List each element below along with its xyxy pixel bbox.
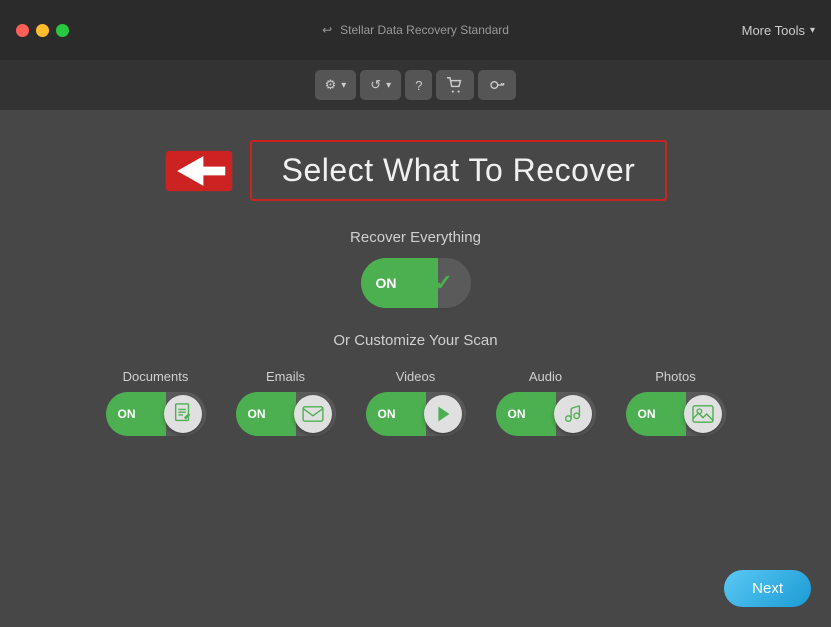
- emails-toggle-label: ON: [248, 407, 266, 421]
- recover-everything-label: Recover Everything: [350, 229, 481, 246]
- more-tools-label: More Tools: [742, 23, 805, 38]
- toolbar-center: ⚙ ↺ ?: [315, 70, 517, 100]
- next-button[interactable]: Next: [724, 570, 811, 607]
- documents-toggle-label: ON: [118, 407, 136, 421]
- documents-toggle[interactable]: ON: [106, 392, 206, 436]
- audio-toggle-knob: [554, 395, 592, 433]
- emails-toggle-knob: [294, 395, 332, 433]
- history-button[interactable]: ↺: [360, 70, 401, 100]
- category-videos: Videos ON: [366, 369, 466, 436]
- category-emails: Emails ON: [236, 369, 336, 436]
- category-photos: Photos ON: [626, 369, 726, 436]
- traffic-lights: [16, 24, 69, 37]
- minimize-button[interactable]: [36, 24, 49, 37]
- settings-button[interactable]: ⚙: [315, 70, 357, 100]
- maximize-button[interactable]: [56, 24, 69, 37]
- photos-label: Photos: [655, 369, 695, 384]
- checkmark-icon: ✓: [434, 270, 452, 296]
- arrow-icon: [164, 146, 234, 196]
- audio-toggle-label: ON: [508, 407, 526, 421]
- back-icon: ↩: [322, 23, 332, 37]
- more-tools-button[interactable]: More Tools ▾: [742, 23, 815, 38]
- recover-toggle-on-label: ON: [376, 275, 397, 291]
- emails-label: Emails: [266, 369, 305, 384]
- videos-label: Videos: [396, 369, 436, 384]
- audio-label: Audio: [529, 369, 562, 384]
- recover-section: Recover Everything ON ✓: [350, 229, 481, 308]
- key-button[interactable]: [478, 70, 516, 100]
- documents-label: Documents: [123, 369, 189, 384]
- photos-toggle-label: ON: [638, 407, 656, 421]
- more-tools-chevron-icon: ▾: [810, 25, 815, 36]
- categories-row: Documents ON Emails: [106, 369, 726, 436]
- window-title: ↩ Stellar Data Recovery Standard: [322, 23, 509, 37]
- videos-toggle[interactable]: ON: [366, 392, 466, 436]
- documents-toggle-knob: [164, 395, 202, 433]
- header-section: Select What To Recover: [164, 140, 668, 201]
- emails-toggle[interactable]: ON: [236, 392, 336, 436]
- recover-everything-toggle[interactable]: ON ✓: [361, 258, 471, 308]
- help-button[interactable]: ?: [405, 70, 432, 100]
- close-button[interactable]: [16, 24, 29, 37]
- app-title-text: Stellar Data Recovery Standard: [340, 23, 509, 37]
- audio-toggle[interactable]: ON: [496, 392, 596, 436]
- videos-toggle-knob: [424, 395, 462, 433]
- category-audio: Audio ON: [496, 369, 596, 436]
- main-content: Select What To Recover Recover Everythin…: [0, 110, 831, 627]
- customize-label: Or Customize Your Scan: [333, 332, 497, 349]
- page-title-box: Select What To Recover: [250, 140, 668, 201]
- title-bar: ↩ Stellar Data Recovery Standard More To…: [0, 0, 831, 60]
- page-title: Select What To Recover: [282, 152, 636, 188]
- category-documents: Documents ON: [106, 369, 206, 436]
- toolbar: ⚙ ↺ ?: [0, 60, 831, 110]
- photos-toggle-knob: [684, 395, 722, 433]
- photos-toggle[interactable]: ON: [626, 392, 726, 436]
- videos-toggle-label: ON: [378, 407, 396, 421]
- cart-button[interactable]: [436, 70, 474, 100]
